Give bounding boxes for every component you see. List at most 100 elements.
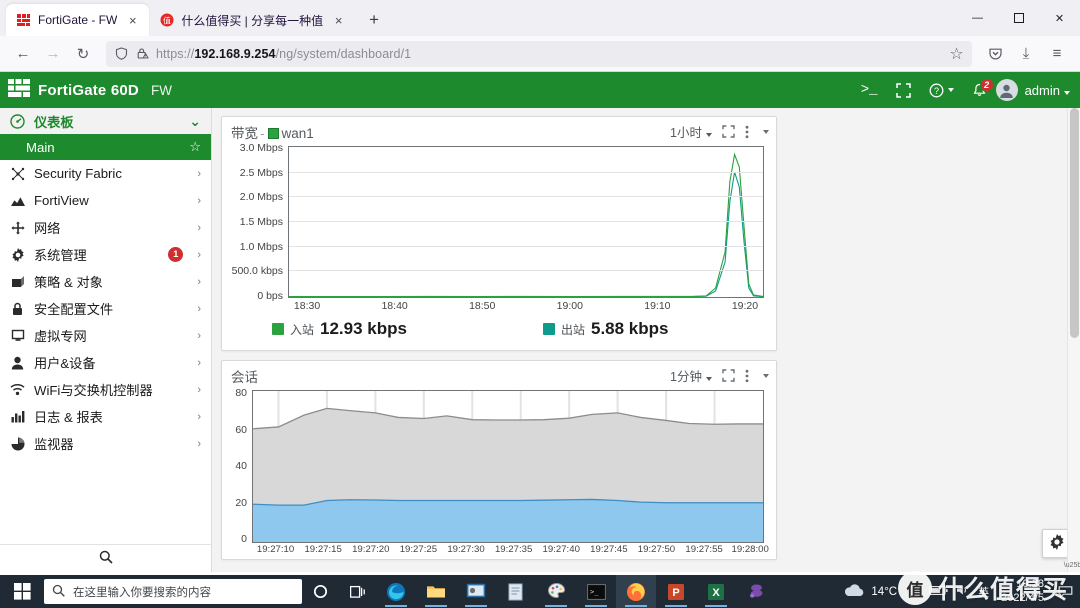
lock-warning-icon[interactable] <box>135 46 150 61</box>
chevron-right-icon: › <box>197 275 201 288</box>
taskbar-app-paint[interactable] <box>536 575 576 608</box>
sidebar-item-policy-objects[interactable]: 策略 & 对象 › <box>0 268 211 295</box>
taskbar-search-box[interactable]: 在这里输入你要搜索的内容 <box>44 579 302 604</box>
chevron-right-icon: › <box>197 194 201 207</box>
sidebar-item-system[interactable]: 系统管理 1 › <box>0 241 211 268</box>
browser-menu-icon[interactable]: ≡ <box>1042 40 1072 68</box>
volume-icon[interactable] <box>956 584 970 599</box>
widget-header: 带宽 - wan1 1小时 <box>222 117 776 146</box>
cli-console-icon[interactable]: >_ <box>852 72 887 108</box>
sidebar-item-security-profiles[interactable]: 安全配置文件 › <box>0 295 211 322</box>
task-view-icon[interactable] <box>339 575 376 608</box>
browser-tab-fortigate[interactable]: FortiGate - FW × <box>6 4 150 36</box>
kebab-menu-icon[interactable] <box>745 125 749 139</box>
sidebar-item-security-fabric[interactable]: Security Fabric › <box>0 160 211 187</box>
fortiview-icon <box>9 195 26 207</box>
help-icon[interactable]: ? <box>920 72 963 108</box>
close-window-button[interactable]: ✕ <box>1039 0 1080 36</box>
downloads-icon[interactable]: ⤓ <box>1011 40 1041 68</box>
sidebar-item-log-report[interactable]: 日志 & 报表 › <box>0 403 211 430</box>
y-tick: 0 <box>241 533 247 545</box>
sidebar-item-main[interactable]: Main ☆ <box>0 134 211 160</box>
bandwidth-x-axis: 18:30 18:40 18:50 19:00 19:10 19:20 <box>288 298 764 315</box>
input-method-indicator[interactable]: 英 <box>978 584 989 600</box>
bookmark-star-icon[interactable]: ☆ <box>949 46 964 63</box>
sidebar-item-vpn[interactable]: 虚拟专网 › <box>0 322 211 349</box>
battery-icon[interactable] <box>929 585 948 599</box>
maximize-button[interactable] <box>998 0 1039 36</box>
gear-icon <box>9 247 26 262</box>
taskbar-clock[interactable]: 19:28 2022/4/5 <box>997 578 1052 606</box>
x-tick: 19:27:50 <box>637 544 676 555</box>
shield-icon[interactable] <box>114 46 129 61</box>
sidebar-badge: 1 <box>168 247 184 262</box>
search-icon <box>52 584 65 600</box>
taskbar-app-excel[interactable]: X <box>696 575 736 608</box>
favorite-star-icon[interactable]: ☆ <box>189 139 201 155</box>
screen: FortiGate - FW × 值 什么值得买 | 分享每一种值 × + — … <box>0 0 1080 608</box>
fullscreen-icon[interactable] <box>722 369 735 382</box>
taskbar-weather[interactable]: 14°C <box>835 583 905 601</box>
sidebar-scroll-area: 仪表板 ⌄ Main ☆ Security Fabric › FortiView… <box>0 108 211 544</box>
scrollbar-thumb[interactable] <box>1070 108 1079 338</box>
sessions-plot-area <box>252 390 764 543</box>
user-menu[interactable]: admin <box>1025 83 1070 98</box>
new-tab-button[interactable]: + <box>361 7 387 33</box>
notification-center-button[interactable] <box>1054 575 1076 608</box>
sidebar-item-monitor[interactable]: 监视器 › <box>0 430 211 457</box>
sidebar-item-fortiview[interactable]: FortiView › <box>0 187 211 214</box>
taskbar-app-edge[interactable] <box>376 575 416 608</box>
fullscreen-icon[interactable] <box>887 72 920 108</box>
forward-button[interactable]: → <box>38 40 68 68</box>
svg-text:值: 值 <box>163 15 171 25</box>
period-selector-bandwidth[interactable]: 1小时 <box>670 122 712 141</box>
sidebar-search-button[interactable] <box>0 544 211 572</box>
fortigate-logo-icon <box>8 79 30 101</box>
app-body: 仪表板 ⌄ Main ☆ Security Fabric › FortiView… <box>0 108 1080 572</box>
taskbar-right: 14°C ∧ 英 19:28 2022/4/5 <box>835 575 1080 608</box>
taskbar-app-remote-desktop[interactable] <box>456 575 496 608</box>
taskbar-app-file-explorer[interactable] <box>416 575 456 608</box>
taskbar-app-powerpoint[interactable]: P <box>656 575 696 608</box>
taskbar-app-notepad[interactable] <box>496 575 536 608</box>
taskbar-app-terminal[interactable]: >_ <box>576 575 616 608</box>
alerts-count-badge: 2 <box>979 78 994 92</box>
tab-close-button[interactable]: × <box>124 12 141 29</box>
tab-close-button[interactable]: × <box>330 12 347 29</box>
sidebar-item-network[interactable]: 网络 › <box>0 214 211 241</box>
page-scrollbar[interactable]: \u25be <box>1064 108 1080 572</box>
cortana-icon[interactable] <box>302 575 339 608</box>
sidebar-item-wifi-switch-controller[interactable]: WiFi与交换机控制器 › <box>0 376 211 403</box>
taskbar-app-onenote[interactable] <box>736 575 776 608</box>
avatar[interactable] <box>995 79 1018 101</box>
back-button[interactable]: ← <box>8 40 38 68</box>
kebab-menu-icon[interactable] <box>745 369 749 383</box>
legend-item-inbound[interactable]: 入站 12.93 kbps <box>272 319 407 339</box>
legend-value: 5.88 kbps <box>590 319 669 338</box>
alerts-bell-icon[interactable]: 2 <box>963 72 996 108</box>
sidebar-item-label: 安全配置文件 <box>34 302 114 317</box>
period-selector-sessions[interactable]: 1分钟 <box>670 366 712 385</box>
start-button[interactable] <box>0 575 44 608</box>
browser-tab-smzdm[interactable]: 值 什么值得买 | 分享每一种值 × <box>149 4 355 36</box>
widget-title: 会话 <box>231 369 258 385</box>
sidebar-item-label: 仪表板 <box>34 114 74 130</box>
sidebar-item-label: FortiView <box>34 193 89 208</box>
wifi-icon <box>9 383 26 396</box>
scroll-down-arrow-icon[interactable]: \u25be <box>1064 559 1080 572</box>
reload-button[interactable]: ↻ <box>68 40 98 68</box>
y-tick: 80 <box>235 387 247 399</box>
sidebar-item-dashboard[interactable]: 仪表板 ⌄ <box>0 108 211 134</box>
tray-expand-icon[interactable]: ∧ <box>913 585 921 598</box>
sidebar-item-user-device[interactable]: 用户&设备 › <box>0 349 211 376</box>
interface-icon <box>267 127 279 139</box>
minimize-button[interactable]: — <box>957 0 998 36</box>
pocket-icon[interactable] <box>980 40 1010 68</box>
address-bar[interactable]: https://192.168.9.254/ng/system/dashboar… <box>106 40 972 67</box>
y-tick: 60 <box>235 423 247 436</box>
legend-item-outbound[interactable]: 出站 5.88 kbps <box>542 319 669 339</box>
fullscreen-icon[interactable] <box>722 125 735 138</box>
widget-header-controls: 1分钟 <box>670 366 769 385</box>
taskbar-app-firefox[interactable] <box>616 575 656 608</box>
y-tick: 2.5 Mbps <box>239 166 283 179</box>
